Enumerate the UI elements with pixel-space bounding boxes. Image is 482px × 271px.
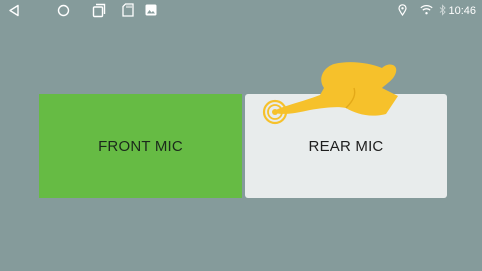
home-icon[interactable] <box>57 4 70 17</box>
rear-mic-button[interactable]: REAR MIC <box>245 94 447 198</box>
image-icon <box>145 4 157 16</box>
back-icon[interactable] <box>8 4 20 17</box>
rear-mic-label: REAR MIC <box>308 137 384 155</box>
recents-icon[interactable] <box>92 3 106 18</box>
sd-card-icon <box>122 3 134 17</box>
front-mic-button[interactable]: FRONT MIC <box>39 94 242 198</box>
clock: 10:46 <box>448 5 476 17</box>
status-bar: 10:46 <box>0 0 482 22</box>
wifi-icon <box>420 5 433 15</box>
front-mic-label: FRONT MIC <box>98 137 183 155</box>
location-icon <box>398 4 407 16</box>
bluetooth-icon <box>439 4 446 16</box>
